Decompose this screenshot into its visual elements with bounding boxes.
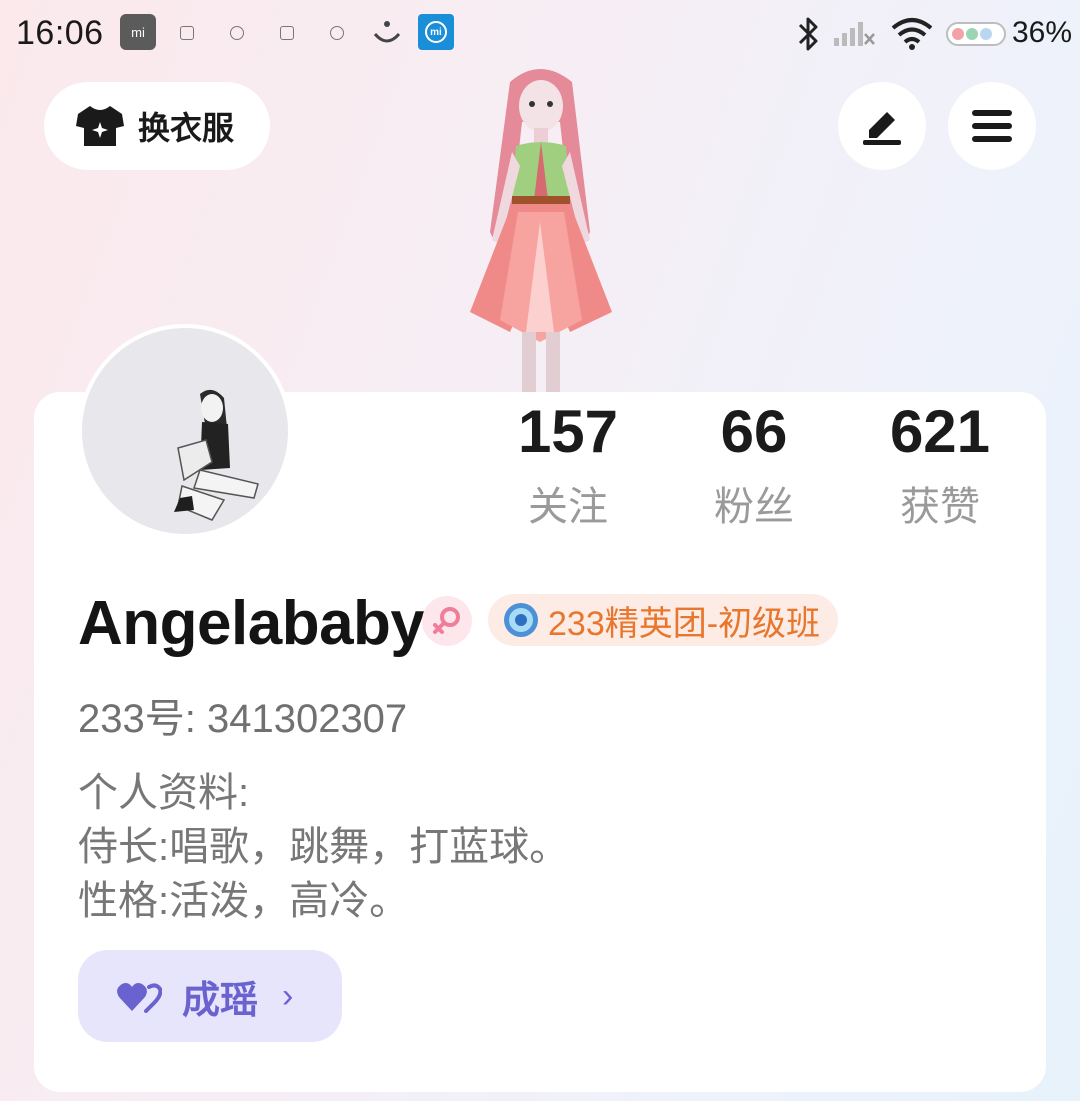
avatar-character-image[interactable] xyxy=(440,62,640,392)
message-icon xyxy=(230,26,244,40)
mi-icon: mi xyxy=(120,14,156,50)
medal-icon xyxy=(504,603,538,637)
profile-avatar[interactable] xyxy=(78,324,292,538)
profile-bio: 个人资料: 侍长:唱歌，跳舞，打蓝球。 性格:活泼，高冷。 xyxy=(78,766,569,928)
menu-button[interactable] xyxy=(948,82,1036,170)
avatar-image xyxy=(174,389,259,521)
battery-icon xyxy=(946,22,1006,46)
status-time: 16:06 xyxy=(16,14,104,52)
tshirt-icon xyxy=(76,106,124,146)
stat-likes[interactable]: 621 获赞 xyxy=(850,398,1030,532)
stat-fans-label: 粉丝 xyxy=(714,485,794,529)
stat-fans-value: 66 xyxy=(720,398,788,465)
heart-pair-icon xyxy=(117,983,162,1013)
bluetooth-icon xyxy=(798,17,818,51)
stat-following-value: 157 xyxy=(517,398,619,465)
menu-icon xyxy=(972,110,1012,142)
partner-button[interactable]: 成瑶 › xyxy=(78,950,342,1042)
edit-profile-button[interactable] xyxy=(838,82,926,170)
change-outfit-label: 换衣服 xyxy=(138,110,235,146)
stat-fans[interactable]: 66 粉丝 xyxy=(664,398,844,532)
stat-likes-value: 621 xyxy=(889,398,991,465)
signal-icon xyxy=(834,22,875,46)
change-outfit-button[interactable]: 换衣服 xyxy=(44,82,270,170)
membership-badge[interactable]: 233精英团-初级班 xyxy=(488,594,839,646)
wifi-icon xyxy=(891,18,933,50)
gender-badge xyxy=(422,596,472,646)
image-icon xyxy=(280,26,294,40)
stat-following[interactable]: 157 关注 xyxy=(478,398,658,532)
chat-icon xyxy=(330,26,344,40)
download-icon xyxy=(373,21,401,43)
partner-name: 成瑶 xyxy=(182,979,259,1022)
edit-icon xyxy=(863,112,901,145)
bio-line: 个人资料: xyxy=(78,771,250,815)
bio-line: 侍长:唱歌，跳舞，打蓝球。 xyxy=(78,825,570,869)
chevron-right-icon: › xyxy=(282,976,294,1015)
mi-app-icon: mi xyxy=(418,14,454,50)
membership-badge-text: 233精英团-初级班 xyxy=(548,604,821,643)
stat-following-label: 关注 xyxy=(528,485,608,529)
bio-line: 性格:活泼，高冷。 xyxy=(78,879,410,923)
battery-percent: 36% xyxy=(1012,16,1073,49)
stat-likes-label: 获赞 xyxy=(900,485,980,529)
status-bar: 16:06 mi mi 36% xyxy=(0,0,1080,70)
profile-name: Angelababy xyxy=(78,589,425,658)
user-id[interactable]: 233号: 341302307 xyxy=(78,686,407,744)
female-icon xyxy=(433,607,460,634)
gallery-icon xyxy=(180,26,194,40)
